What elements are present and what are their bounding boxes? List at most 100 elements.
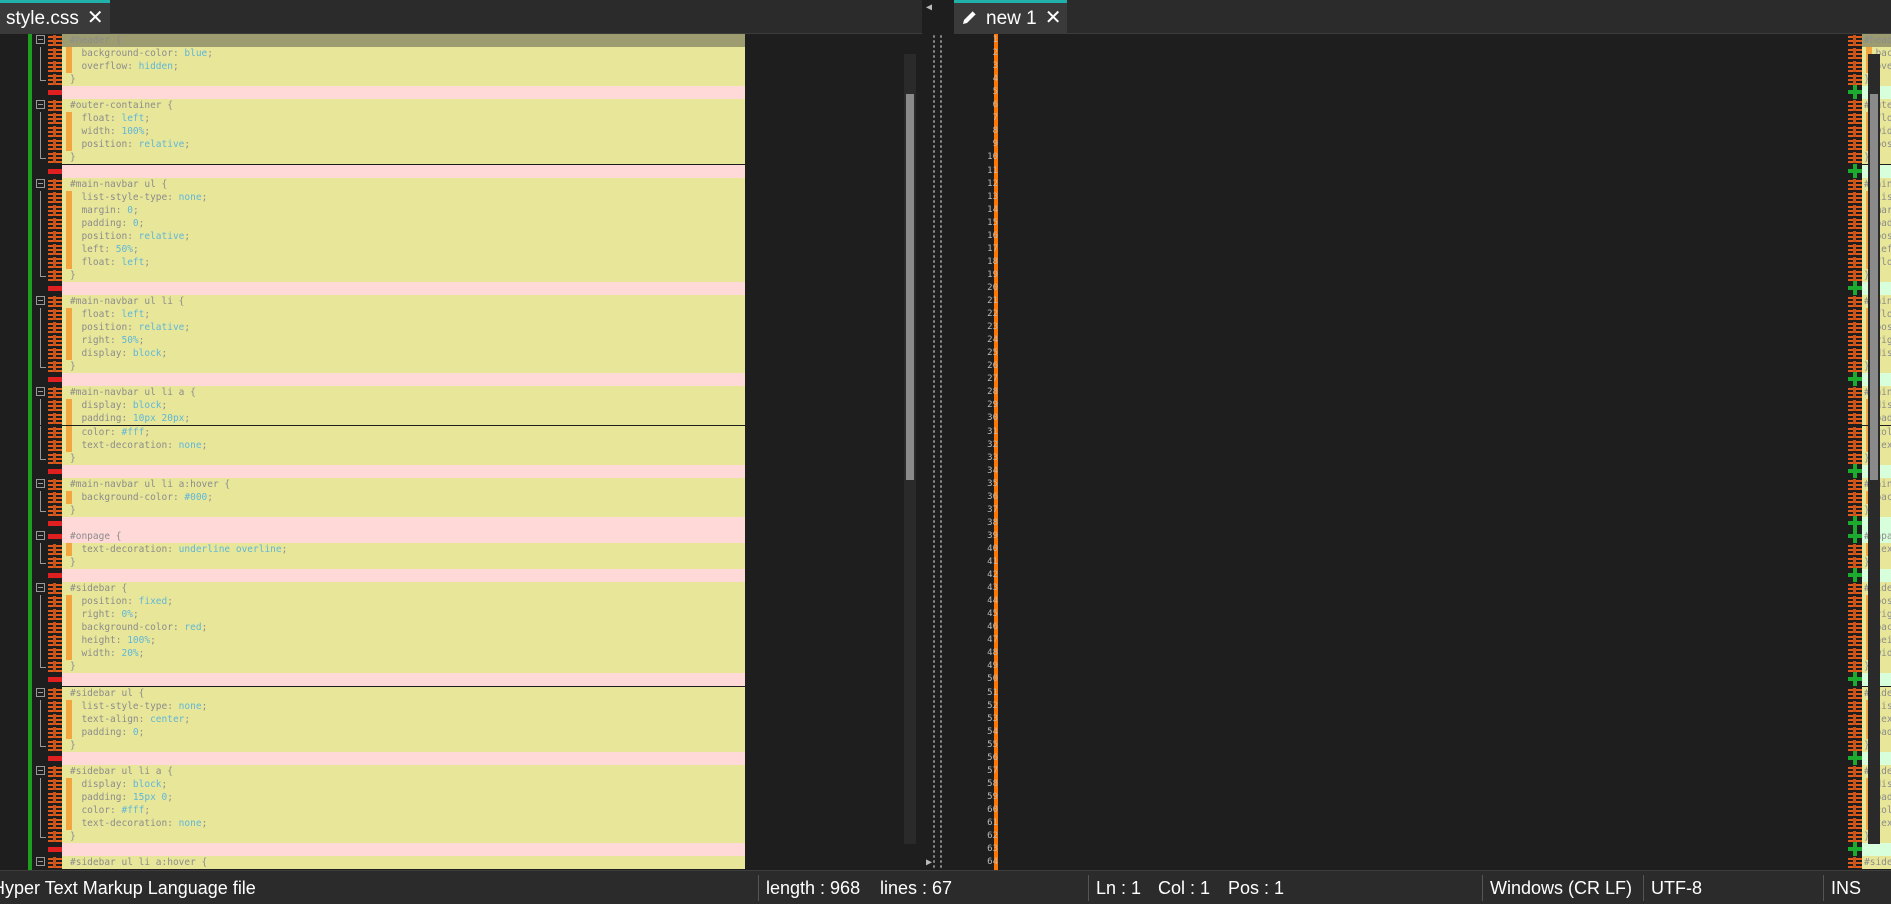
code-line[interactable]: position: fixed; (62, 595, 745, 609)
scroll-thumb[interactable] (906, 94, 914, 480)
code-line[interactable]: #main-navbar ul { (62, 177, 745, 191)
vertical-scrollbar[interactable] (904, 54, 916, 844)
code-line[interactable]: text-align: center; (62, 712, 745, 726)
code-line[interactable]: display: block; (62, 399, 745, 413)
code-line[interactable]: float: left; (62, 308, 745, 322)
changed-line-icon (48, 230, 64, 242)
left-editor-pane[interactable]: #header { background-color: blue; overfl… (0, 34, 922, 870)
fold-toggle-icon[interactable] (36, 687, 45, 697)
code-line[interactable]: } (62, 660, 745, 674)
code-line[interactable]: color: #fff; (62, 425, 745, 439)
fold-tree-line (40, 699, 41, 713)
code-line[interactable]: float: left; (62, 112, 745, 126)
code-line[interactable]: position: relative; (62, 321, 745, 335)
code-line[interactable]: #sidebar ul li a { (62, 764, 745, 778)
code-line[interactable]: #main-navbar ul li a:hover { (62, 477, 745, 491)
code-line[interactable] (62, 86, 745, 100)
scroll-thumb[interactable] (1870, 94, 1878, 480)
code-line[interactable]: display: block; (62, 777, 745, 791)
code-line[interactable]: #sidebar { (62, 582, 745, 596)
code-line[interactable] (62, 164, 745, 178)
fold-toggle-icon[interactable] (36, 100, 45, 110)
code-line[interactable] (62, 516, 745, 530)
code-line[interactable]: position: relative; (62, 229, 745, 243)
fold-toggle-icon[interactable] (36, 296, 45, 305)
code-line[interactable]: height: 100%; (62, 634, 745, 648)
fold-toggle-icon[interactable] (36, 857, 45, 867)
code-line[interactable]: text-decoration: underline overline; (62, 542, 745, 556)
code-line[interactable]: #main-navbar ul li a { (62, 386, 745, 400)
code-line[interactable]: text-decoration: none; (62, 817, 745, 830)
code-line[interactable]: text-decoration: none; (62, 438, 745, 452)
code-line[interactable] (62, 281, 745, 295)
code-text: } (70, 661, 76, 673)
code-line[interactable]: padding: 0; (62, 216, 745, 230)
code-line[interactable]: background-color: #000; (62, 490, 745, 504)
code-line[interactable] (62, 843, 745, 857)
fold-toggle-icon[interactable] (36, 478, 45, 488)
code-text: padding: 15px 0; (70, 791, 173, 803)
fold-toggle-icon[interactable] (36, 530, 45, 540)
code-line[interactable]: #sidebar ul { (62, 686, 745, 700)
code-line[interactable]: left: 50%; (62, 242, 745, 256)
code-line[interactable]: } (62, 830, 745, 844)
fold-toggle-icon[interactable] (36, 765, 45, 775)
close-icon[interactable]: ✕ (87, 3, 104, 34)
code-line[interactable]: right: 50%; (62, 334, 745, 348)
code-line[interactable]: width: 100%; (62, 125, 745, 139)
code-line[interactable]: margin: 0; (62, 203, 745, 217)
code-line[interactable]: } (62, 503, 745, 517)
eol-format[interactable]: Windows (CR LF) (1484, 871, 1632, 904)
code-line[interactable] (62, 373, 745, 387)
code-line[interactable]: #sidebar ul li a:hover { (1862, 856, 1891, 870)
insert-mode[interactable]: INS (1825, 871, 1861, 904)
code-line[interactable] (62, 464, 745, 478)
code-line[interactable]: padding: 10px 20px; (62, 412, 745, 426)
arrow-left-icon[interactable]: ◀ (926, 2, 932, 13)
fold-toggle-icon[interactable] (36, 583, 45, 593)
tab-style-css[interactable]: style.css ✕ (0, 0, 110, 34)
code-line[interactable]: #sidebar ul li a:hover { (62, 856, 745, 870)
encoding[interactable]: UTF-8 (1645, 871, 1702, 904)
fold-toggle-icon[interactable] (36, 178, 45, 188)
code-line[interactable]: padding: 15px 0; (62, 790, 745, 804)
code-line[interactable]: } (62, 360, 745, 374)
code-line[interactable]: background-color: red; (62, 621, 745, 635)
code-line[interactable]: float: left; (62, 255, 745, 269)
code-line[interactable]: } (62, 268, 745, 282)
code-line[interactable]: } (62, 151, 745, 165)
line-number: 12 (987, 178, 998, 189)
code-line[interactable]: background-color: blue; (62, 47, 745, 61)
code-line[interactable]: overflow: hidden; (62, 60, 745, 74)
code-line[interactable]: list-style-type: none; (62, 699, 745, 713)
view-splitter[interactable]: ◀ ▶ (922, 0, 954, 870)
code-line[interactable]: #main-navbar ul li { (62, 295, 745, 308)
code-line[interactable]: } (62, 738, 745, 752)
splitter-grip[interactable] (939, 34, 943, 870)
code-line[interactable]: width: 20%; (62, 647, 745, 661)
right-editor-pane[interactable]: #header {1 background-color: blue;2 over… (954, 34, 1891, 870)
code-line[interactable]: padding: 0; (62, 725, 745, 739)
code-line[interactable] (62, 751, 745, 765)
code-line[interactable]: #header { (62, 34, 745, 47)
code-line[interactable] (62, 569, 745, 583)
fold-toggle-icon[interactable] (36, 387, 45, 397)
code-line[interactable] (1862, 843, 1891, 857)
code-line[interactable]: } (62, 556, 745, 569)
code-line[interactable] (62, 673, 745, 687)
fold-toggle-icon[interactable] (36, 35, 45, 44)
code-line[interactable]: } (62, 451, 745, 465)
code-line[interactable]: #onpage { (62, 529, 745, 543)
code-line[interactable]: #outer-container { (62, 99, 745, 113)
tab-new-1[interactable]: new 1 ✕ (954, 0, 1068, 34)
code-line[interactable]: right: 0%; (62, 608, 745, 622)
code-line[interactable]: list-style-type: none; (62, 190, 745, 204)
close-icon[interactable]: ✕ (1045, 3, 1062, 34)
code-line[interactable]: color: #fff; (62, 803, 745, 817)
code-line[interactable]: } (62, 73, 745, 87)
vertical-scrollbar[interactable] (1868, 54, 1880, 844)
code-line[interactable]: position: relative; (62, 138, 745, 152)
code-line[interactable]: #header { (1862, 34, 1891, 47)
splitter-grip[interactable] (932, 34, 936, 870)
code-line[interactable]: display: block; (62, 347, 745, 361)
